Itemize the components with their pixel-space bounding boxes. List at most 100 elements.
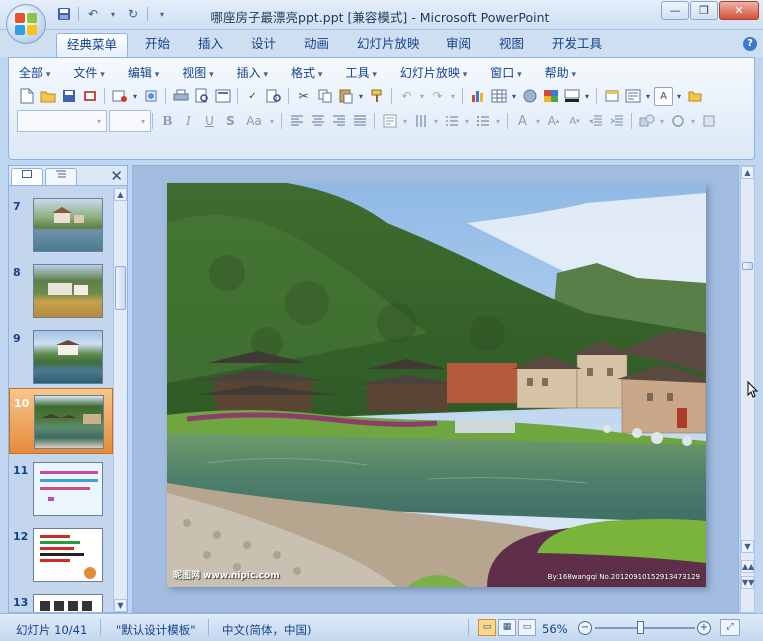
increase-indent-icon[interactable]	[607, 112, 626, 131]
tab-animations[interactable]: 动画	[294, 33, 339, 57]
zoom-slider-thumb[interactable]	[637, 621, 644, 634]
tab-insert[interactable]: 插入	[188, 33, 233, 57]
new-slide-icon[interactable]	[602, 87, 621, 106]
list-item[interactable]: 9	[9, 324, 113, 390]
menu-tools[interactable]: 工具	[345, 64, 385, 82]
design-template[interactable]: "默认设计模板"	[116, 622, 196, 638]
scroll-up-icon[interactable]: ▲	[114, 188, 127, 201]
slide-thumbnail[interactable]	[33, 198, 103, 252]
print-icon[interactable]	[171, 87, 190, 106]
email-icon[interactable]	[110, 87, 129, 106]
slide-thumbnail[interactable]	[33, 594, 103, 612]
help-icon[interactable]: ?	[743, 37, 757, 51]
dropdown-arrow-icon[interactable]: ▾	[418, 87, 426, 106]
underline-icon[interactable]: U	[200, 112, 219, 131]
undo-icon[interactable]: ↶	[397, 87, 416, 106]
dropdown-arrow-icon[interactable]: ▾	[268, 112, 276, 131]
scroll-down-icon[interactable]: ▼	[741, 540, 754, 553]
undo-dropdown-icon[interactable]: ▾	[105, 6, 121, 22]
dropdown-arrow-icon[interactable]: ▾	[534, 112, 542, 131]
menu-edit[interactable]: 编辑	[128, 64, 168, 82]
layout-icon[interactable]	[623, 87, 642, 106]
list-item[interactable]: 11	[9, 456, 113, 522]
italic-icon[interactable]: I	[179, 112, 198, 131]
font-color-icon[interactable]: A	[654, 86, 673, 106]
list-item[interactable]: 13	[9, 588, 113, 612]
dropdown-arrow-icon[interactable]: ▾	[644, 87, 652, 106]
print-preview-icon[interactable]	[192, 87, 211, 106]
thumbnail-scrollbar[interactable]: ▲ ▼	[113, 188, 127, 612]
zoom-level[interactable]: 56%	[542, 622, 568, 636]
dropdown-arrow-icon[interactable]: ▾	[139, 112, 147, 131]
text-direction-icon[interactable]	[411, 112, 430, 131]
new-document-icon[interactable]	[17, 87, 36, 106]
tab-classic-menu[interactable]: 经典菜单	[56, 33, 129, 57]
slide-canvas[interactable]: 昵图网 www.nipic.com By:168wangqi No.201209…	[167, 183, 706, 587]
slide-thumbnail[interactable]	[33, 462, 103, 516]
zoom-out-icon[interactable]: −	[578, 621, 592, 635]
insert-chart-icon[interactable]	[468, 87, 487, 106]
numbering-icon[interactable]	[442, 112, 461, 131]
menu-window[interactable]: 窗口	[490, 64, 530, 82]
minimize-button[interactable]: —	[661, 1, 689, 20]
tab-slides[interactable]	[11, 168, 43, 185]
menu-all[interactable]: 全部	[19, 64, 59, 82]
publish-icon[interactable]	[141, 87, 160, 106]
list-item[interactable]: 10	[9, 388, 113, 454]
save-icon[interactable]	[56, 6, 72, 22]
font-color-icon[interactable]: A	[513, 112, 532, 131]
dropdown-arrow-icon[interactable]: ▾	[494, 112, 502, 131]
undo-icon[interactable]: ↶	[85, 6, 101, 22]
dropdown-arrow-icon[interactable]: ▾	[131, 87, 139, 106]
zoom-slider[interactable]	[595, 627, 695, 629]
cut-icon[interactable]: ✂	[294, 87, 313, 106]
shrink-font-icon[interactable]: A ▾	[565, 112, 584, 131]
format-painter-icon[interactable]	[367, 87, 386, 106]
copy-icon[interactable]	[315, 87, 334, 106]
tab-developer[interactable]: 开发工具	[542, 33, 612, 57]
scroll-thumb[interactable]	[742, 262, 753, 270]
slide-thumbnail[interactable]	[33, 528, 103, 582]
slideshow-view-button[interactable]: ▭	[518, 619, 536, 636]
list-item[interactable]: 8	[9, 258, 113, 324]
dropdown-arrow-icon[interactable]: ▾	[675, 87, 683, 106]
save-icon[interactable]	[59, 87, 78, 106]
fill-color-icon[interactable]	[562, 87, 581, 106]
research-icon[interactable]	[264, 87, 283, 106]
bold-icon[interactable]: B	[158, 112, 177, 131]
tab-design[interactable]: 设计	[241, 33, 286, 57]
dropdown-arrow-icon[interactable]: ▾	[658, 112, 666, 131]
open-folder-icon[interactable]	[38, 87, 57, 106]
arrange-icon[interactable]	[668, 112, 687, 131]
list-item[interactable]: 12	[9, 522, 113, 588]
language-indicator[interactable]: 中文(简体，中国)	[222, 622, 311, 638]
align-left-icon[interactable]	[287, 112, 306, 131]
list-item[interactable]: 7	[9, 192, 113, 258]
slide-sorter-view-button[interactable]: ▦	[498, 619, 516, 636]
fit-to-window-icon[interactable]: ⤢	[720, 619, 740, 636]
scroll-up-icon[interactable]: ▲	[741, 166, 754, 179]
previous-slide-icon[interactable]: ▲▲	[741, 560, 754, 573]
slide-thumbnail[interactable]	[33, 330, 103, 384]
font-name-combo[interactable]	[17, 110, 107, 132]
shadow-icon[interactable]: S	[221, 112, 240, 131]
office-button[interactable]	[6, 4, 46, 44]
restore-button[interactable]: ❐	[690, 1, 718, 20]
dropdown-arrow-icon[interactable]: ▾	[689, 112, 697, 131]
scroll-down-icon[interactable]: ▼	[114, 599, 127, 612]
permission-icon[interactable]	[80, 87, 99, 106]
dropdown-arrow-icon[interactable]: ▾	[95, 112, 103, 131]
tab-view[interactable]: 视图	[489, 33, 534, 57]
customize-icon[interactable]: ▾	[154, 6, 170, 22]
folder-icon[interactable]	[685, 87, 704, 106]
redo-icon[interactable]: ↷	[428, 87, 447, 106]
slide-thumbnail[interactable]	[34, 395, 104, 449]
decrease-indent-icon[interactable]	[586, 112, 605, 131]
next-slide-icon[interactable]: ▼▼	[741, 576, 754, 589]
tab-review[interactable]: 审阅	[436, 33, 481, 57]
dropdown-arrow-icon[interactable]: ▾	[357, 87, 365, 106]
globe-icon[interactable]	[520, 87, 539, 106]
dropdown-arrow-icon[interactable]: ▾	[583, 87, 591, 106]
tab-slideshow[interactable]: 幻灯片放映	[347, 33, 430, 57]
align-right-icon[interactable]	[329, 112, 348, 131]
